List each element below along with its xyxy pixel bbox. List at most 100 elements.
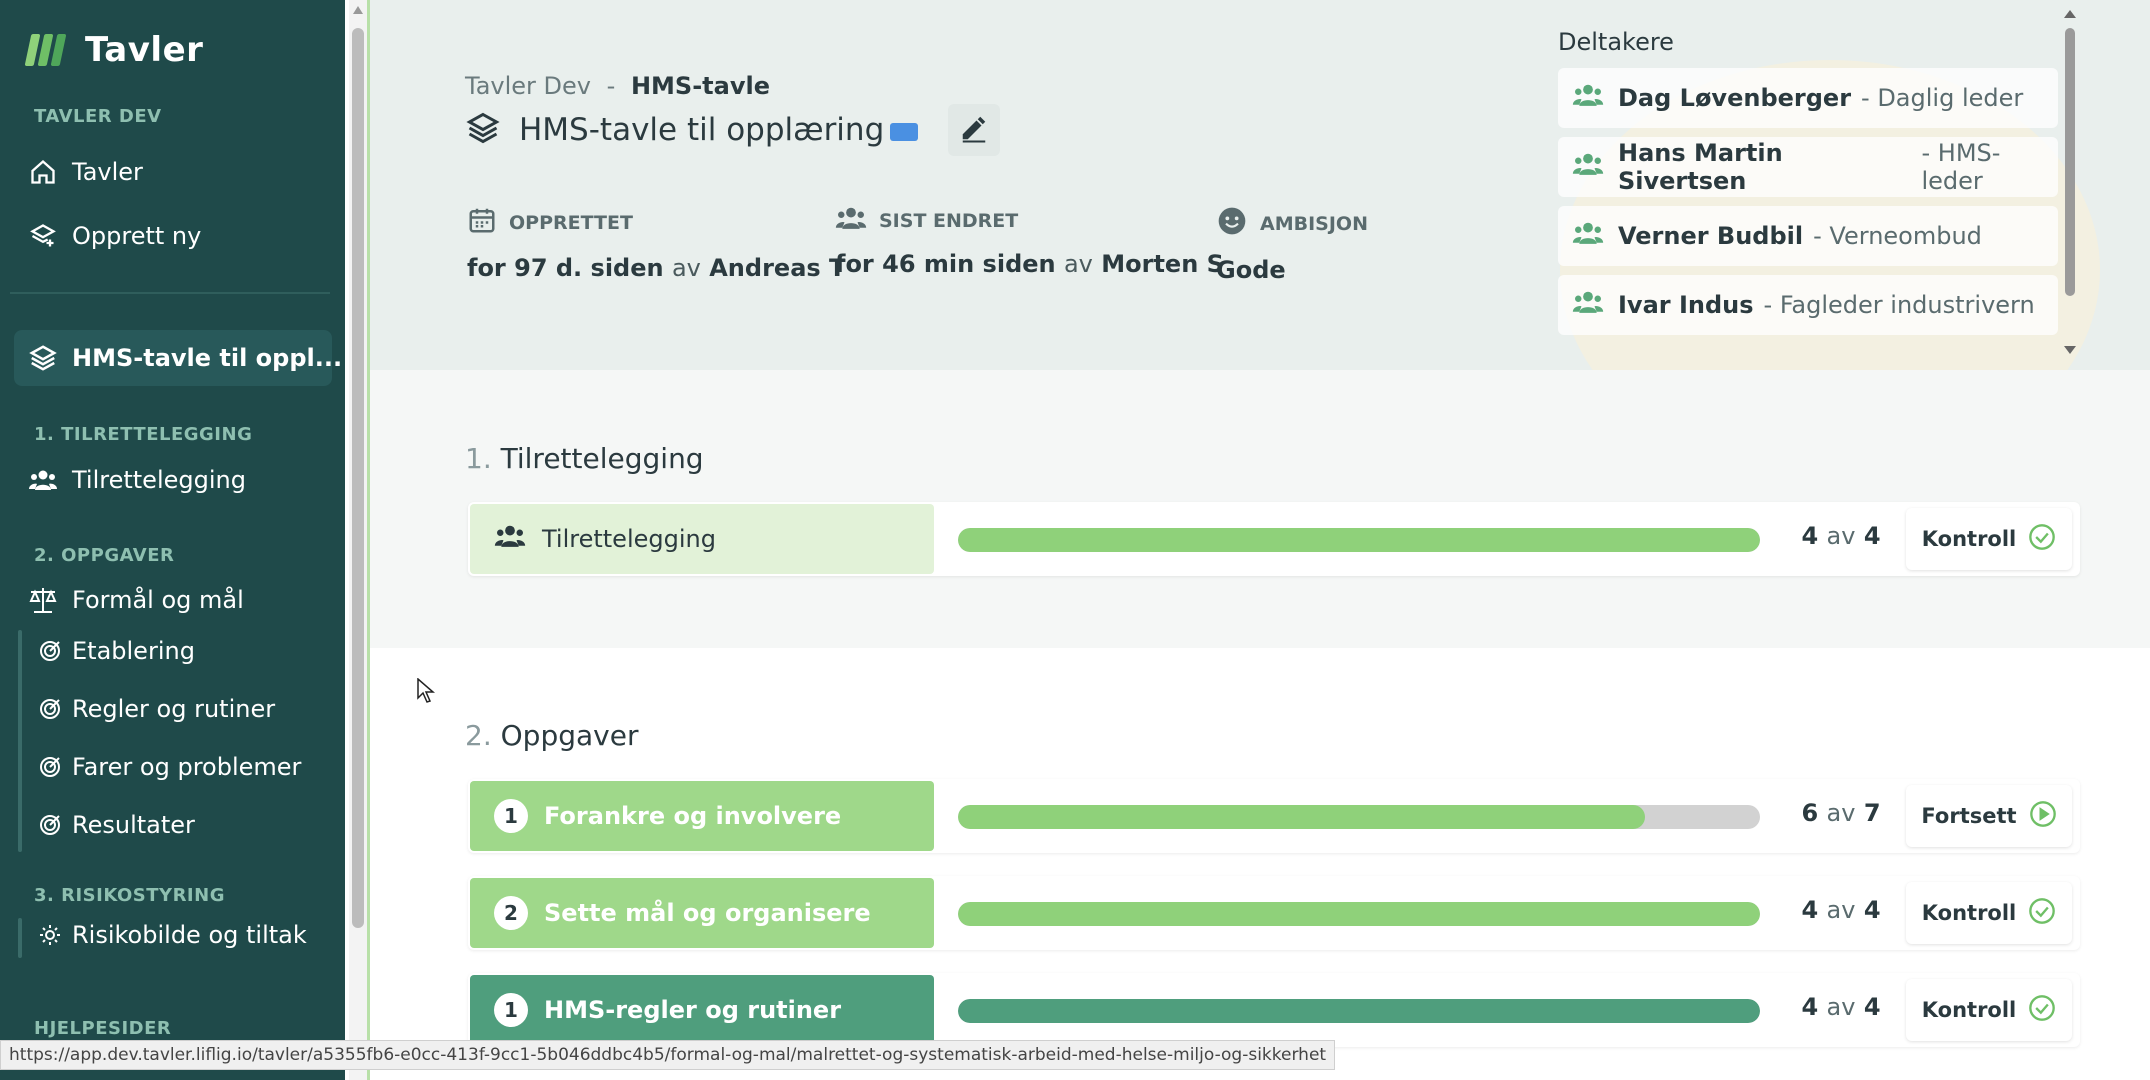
sidebar-item-label: Tavler	[72, 158, 143, 186]
sidebar-item-label: Etablering	[72, 637, 195, 665]
sidebar-item-active-board[interactable]: HMS-tavle til oppl...	[28, 343, 342, 373]
kontroll-button[interactable]: Kontroll	[1906, 508, 2072, 570]
sidebar: Tavler TAVLER DEV Tavler Opprett ny HMS-…	[0, 0, 345, 1080]
participants-scrollbar[interactable]	[2060, 0, 2080, 370]
scrollbar-thumb[interactable]	[352, 28, 364, 928]
sidebar-section-label: 2. OPPGAVER	[34, 545, 175, 566]
task-row[interactable]: Tilrettelegging 4 av 4 Kontroll	[468, 502, 2080, 576]
participant-role: HMS-leder	[1921, 139, 2001, 195]
participant-name: Verner Budbil	[1618, 222, 1804, 250]
participant-item[interactable]: Verner Budbil - Verneombud	[1558, 206, 2058, 266]
check-circle-icon	[2028, 897, 2056, 930]
participant-role: Verneombud	[1829, 222, 1982, 250]
sidebar-item-opprett-ny[interactable]: Opprett ny	[28, 221, 201, 251]
sidebar-item-label: Formål og mål	[72, 586, 244, 614]
participant-role: Daglig leder	[1877, 84, 2024, 112]
participant-name: Hans Martin Sivertsen	[1618, 139, 1783, 195]
participant-name: Dag Løvenberger	[1618, 84, 1852, 112]
section-title: 1. Tilrettelegging	[465, 442, 704, 475]
sidebar-divider	[10, 292, 330, 294]
mouse-cursor-icon	[417, 677, 436, 708]
main-content: Tavler Dev - HMS-tavle HMS-tavle til opp…	[367, 0, 2150, 1080]
sidebar-item-formal-og-mal[interactable]: Formål og mål	[28, 585, 244, 615]
scroll-down-icon[interactable]	[2064, 346, 2076, 354]
add-board-icon	[28, 221, 58, 251]
scrollbar-thumb[interactable]	[2065, 28, 2075, 296]
task-index: 2	[494, 896, 528, 930]
task-index: 1	[494, 799, 528, 833]
task-count: 4 av 4	[1801, 993, 1881, 1021]
task-progress-fill	[958, 805, 1646, 829]
target-icon	[38, 639, 62, 663]
sidebar-scrollbar[interactable]	[349, 0, 367, 1080]
sidebar-item-label: Opprett ny	[72, 222, 202, 250]
task-label-block[interactable]: 1 Forankre og involvere	[470, 781, 934, 851]
check-circle-icon	[2028, 523, 2056, 556]
users-icon	[1572, 151, 1604, 183]
fortsett-button[interactable]: Fortsett	[1906, 785, 2072, 847]
button-label: Fortsett	[1921, 804, 2017, 828]
target-icon	[38, 755, 62, 779]
kontroll-button[interactable]: Kontroll	[1906, 979, 2072, 1041]
task-progress-bar	[958, 805, 1760, 829]
task-count: 4 av 4	[1801, 522, 1881, 550]
sidebar-item-label: Tilrettelegging	[72, 466, 246, 494]
task-label-block[interactable]: Tilrettelegging	[470, 504, 934, 574]
button-label: Kontroll	[1921, 901, 2017, 925]
task-progress-fill	[958, 999, 1760, 1023]
participants-list: Dag Løvenberger - Daglig leder Hans Mart…	[1558, 68, 2058, 368]
sidebar-item-etablering[interactable]: Etablering	[38, 637, 195, 665]
participant-item[interactable]: Dag Løvenberger - Daglig leder	[1558, 68, 2058, 128]
task-row[interactable]: 2 Sette mål og organisere 4 av 4 Kontrol…	[468, 876, 2080, 950]
task-count: 4 av 4	[1801, 896, 1881, 924]
sidebar-item-label: Risikobilde og tiltak	[72, 921, 307, 949]
task-label-block[interactable]: 1 HMS-regler og rutiner	[470, 975, 934, 1045]
app-name: Tavler	[85, 30, 204, 70]
task-label: Sette mål og organisere	[544, 899, 871, 927]
scroll-up-icon[interactable]	[2064, 10, 2076, 18]
participant-item[interactable]: Hans Martin Sivertsen - HMS-leder	[1558, 137, 2058, 197]
task-progress-bar	[958, 999, 1760, 1023]
sidebar-item-resultater[interactable]: Resultater	[38, 811, 195, 839]
users-icon	[1572, 220, 1604, 252]
sidebar-item-tilrettelegging[interactable]: Tilrettelegging	[28, 465, 246, 495]
scroll-up-icon[interactable]	[353, 6, 363, 14]
task-label-block[interactable]: 2 Sette mål og organisere	[470, 878, 934, 948]
task-progress-fill	[958, 528, 1760, 552]
sidebar-item-farer-og-problemer[interactable]: Farer og problemer	[38, 753, 301, 781]
task-progress-bar	[958, 528, 1760, 552]
button-label: Kontroll	[1921, 998, 2017, 1022]
scales-icon	[28, 585, 58, 615]
users-icon	[1572, 82, 1604, 114]
play-circle-icon	[2029, 800, 2057, 833]
participant-item[interactable]: Ivar Indus - Fagleder industrivern	[1558, 275, 2058, 335]
sidebar-subnav-rail	[18, 918, 22, 958]
app-logo[interactable]: Tavler	[24, 30, 204, 70]
sidebar-item-tavler[interactable]: Tavler	[28, 157, 143, 187]
task-row[interactable]: 1 Forankre og involvere 6 av 7 Fortsett	[468, 779, 2080, 853]
sidebar-item-label: Resultater	[72, 811, 195, 839]
edit-title-button[interactable]	[948, 104, 1000, 156]
pencil-icon	[959, 113, 989, 147]
button-label: Kontroll	[1921, 527, 2017, 551]
kontroll-button[interactable]: Kontroll	[1906, 882, 2072, 944]
check-circle-icon	[2028, 994, 2056, 1027]
users-icon	[28, 465, 58, 495]
sidebar-org-label: TAVLER DEV	[34, 106, 162, 127]
target-icon	[38, 813, 62, 837]
participant-name: Ivar Indus	[1618, 291, 1754, 319]
task-progress-fill	[958, 902, 1760, 926]
target-icon	[38, 697, 62, 721]
task-label: Forankre og involvere	[544, 802, 842, 830]
section-title: 2. Oppgaver	[465, 719, 639, 752]
sidebar-item-label: Regler og rutiner	[72, 695, 276, 723]
sidebar-section-label: 1. TILRETTELEGGING	[34, 424, 253, 445]
task-count: 6 av 7	[1801, 799, 1881, 827]
users-icon	[1572, 289, 1604, 321]
layers-icon	[28, 343, 58, 373]
task-progress-bar	[958, 902, 1760, 926]
task-row[interactable]: 1 HMS-regler og rutiner 4 av 4 Kontroll	[468, 973, 2080, 1047]
sidebar-item-risikobilde[interactable]: Risikobilde og tiltak	[38, 921, 307, 949]
sidebar-item-label: Farer og problemer	[72, 753, 302, 781]
sidebar-item-regler-og-rutiner[interactable]: Regler og rutiner	[38, 695, 275, 723]
